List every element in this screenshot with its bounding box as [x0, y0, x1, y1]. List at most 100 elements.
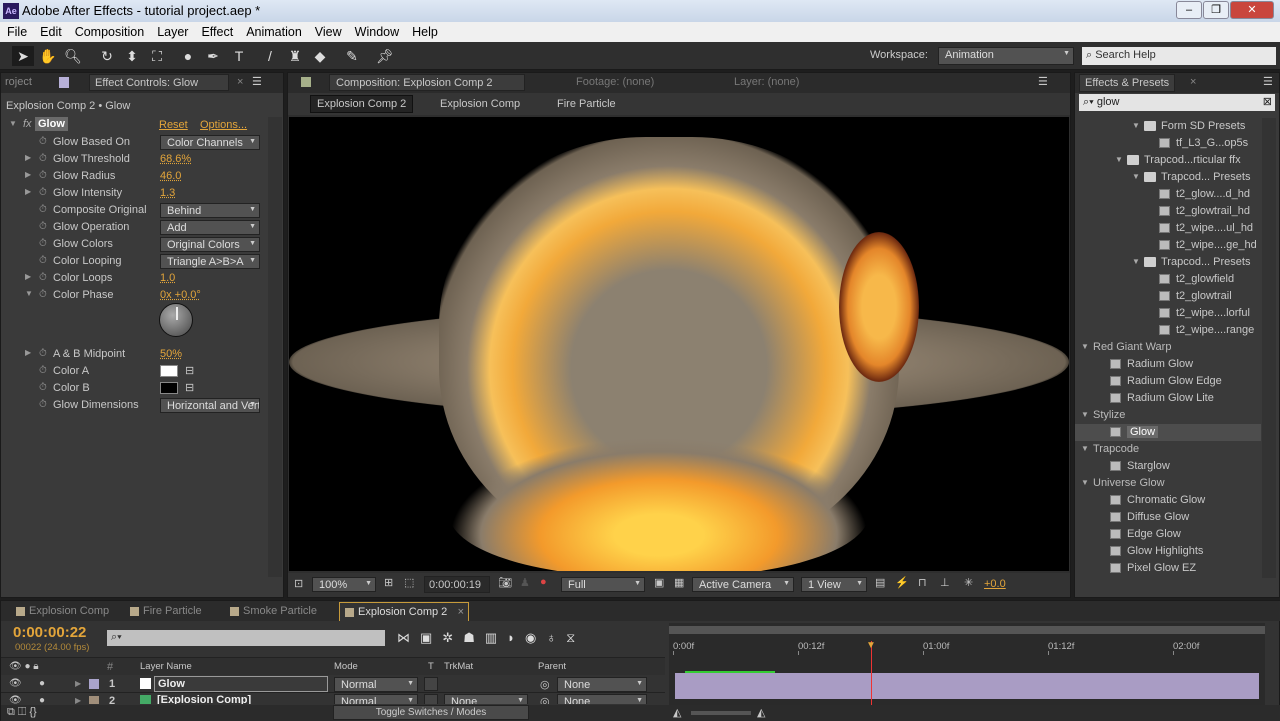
menu-help[interactable]: Help [405, 22, 444, 39]
tab-explosion-comp-2[interactable]: Explosion Comp 2 × [339, 602, 469, 621]
property-dropdown[interactable]: Original Colors [160, 237, 260, 252]
preset-item[interactable]: t2_wipe....range [1075, 322, 1261, 339]
property-value[interactable]: 1.3 [160, 187, 175, 199]
flowchart-icon[interactable]: ⊥ [940, 576, 950, 589]
panel-menu-icon[interactable]: ☰ [1038, 75, 1048, 88]
views-dropdown[interactable]: 1 View [801, 577, 867, 592]
tab-composition[interactable]: Composition: Explosion Comp 2 [329, 74, 525, 91]
expand-icon[interactable]: ▶ [25, 187, 31, 196]
roto-brush-tool-icon[interactable]: ✎ [341, 46, 363, 66]
panel-menu-icon[interactable]: ☰ [252, 75, 262, 88]
stopwatch-icon[interactable]: ⏱ [39, 255, 47, 266]
preset-item[interactable]: Radium Glow Edge [1075, 373, 1261, 390]
zoom-tool-icon[interactable]: 🔍︎ [62, 46, 84, 66]
zoom-dropdown[interactable]: 100% [312, 577, 376, 592]
expand-icon[interactable]: ▼ [9, 119, 17, 128]
preserve-transparency-toggle[interactable] [424, 694, 438, 704]
effect-property-row[interactable]: ⏱ Composite Original Behind [1, 202, 266, 219]
parent-dropdown[interactable]: None [557, 694, 647, 704]
preset-item[interactable]: Radium Glow [1075, 356, 1261, 373]
effect-property-row[interactable]: ▶ ⏱ Glow Intensity 1.3 [1, 185, 266, 202]
preset-item[interactable]: Glow Highlights [1075, 543, 1261, 560]
menu-effect[interactable]: Effect [194, 22, 239, 39]
stopwatch-icon[interactable]: ⏱ [39, 399, 47, 410]
layer-row[interactable]: 👁︎ ● ▶ 2 [Explosion Comp] Normal None ◎ None [1, 693, 665, 704]
effect-property-row[interactable]: ⏱ Glow Based On Color Channels [1, 134, 266, 151]
menu-composition[interactable]: Composition [68, 22, 150, 39]
clear-search-icon[interactable]: ⊠ [1263, 95, 1272, 108]
expand-icon[interactable]: ▼ [1132, 172, 1140, 181]
label-color[interactable] [89, 696, 99, 704]
stopwatch-icon[interactable]: ⏱ [39, 365, 47, 376]
property-dropdown[interactable]: Color Channels [160, 135, 260, 150]
camera-tool-icon[interactable]: ⬍ [121, 46, 143, 66]
crumb-fire-particle[interactable]: Fire Particle [557, 98, 616, 110]
region-of-interest-icon[interactable]: ▣ [654, 576, 664, 589]
layer-name[interactable]: [Explosion Comp] [154, 693, 328, 704]
preset-item[interactable]: ▼ Red Giant Warp [1075, 339, 1261, 356]
pan-behind-tool-icon[interactable]: ⛶ [146, 46, 168, 66]
maximize-button[interactable]: ❐ [1203, 1, 1229, 19]
mode-dropdown[interactable]: Normal [334, 694, 418, 704]
workspace-dropdown[interactable]: Animation [938, 47, 1074, 65]
clone-stamp-tool-icon[interactable]: ♜ [284, 46, 306, 66]
resolution-dropdown[interactable]: Full [561, 577, 645, 592]
preset-item[interactable]: ▼ Trapcod...rticular ffx [1075, 152, 1261, 169]
preset-item[interactable]: ▼ Stylize [1075, 407, 1261, 424]
property-value[interactable]: 46.0 [160, 170, 181, 182]
expand-icon[interactable]: ▼ [1081, 444, 1089, 453]
selection-tool-icon[interactable]: ➤ [12, 46, 34, 66]
tab-footage[interactable]: Footage: (none) [576, 76, 654, 88]
expand-icon[interactable]: ▼ [1081, 478, 1089, 487]
draft-3d-icon[interactable]: ✲ [442, 630, 463, 645]
search-help-input[interactable]: ⌕ Search Help [1082, 47, 1276, 65]
puppet-pin-tool-icon[interactable]: 📌︎ [374, 46, 396, 66]
graph-editor-icon[interactable]: ⧖ [566, 630, 585, 645]
preset-item[interactable]: ▼ Trapcod... Presets [1075, 254, 1261, 271]
effects-search-input[interactable]: ⌕▾ glow ⊠ [1079, 94, 1275, 111]
menu-view[interactable]: View [308, 22, 348, 39]
current-time[interactable]: 0:00:00:19 [424, 576, 490, 593]
pick-whip-icon[interactable]: ◎ [540, 695, 550, 704]
snapshot-icon[interactable]: 📷︎ [498, 576, 512, 589]
preset-item[interactable]: t2_wipe....ul_hd [1075, 220, 1261, 237]
tab-project[interactable]: roject [1, 76, 36, 88]
preset-item[interactable]: Chromatic Glow [1075, 492, 1261, 509]
grid-icon[interactable]: ⊞ [384, 576, 393, 589]
tab-explosion-comp[interactable]: Explosion Comp [11, 602, 121, 621]
shape-tool-icon[interactable]: ● [177, 46, 199, 66]
preset-item[interactable]: Diffuse Glow [1075, 509, 1261, 526]
expand-icon[interactable]: ▶ [25, 170, 31, 179]
effect-property-row[interactable]: ▶ ⏱ A & B Midpoint 50% [1, 346, 266, 363]
rotate-tool-icon[interactable]: ↻ [96, 46, 118, 66]
preset-item[interactable]: t2_wipe....lorful [1075, 305, 1261, 322]
property-dropdown[interactable]: Horizontal and Vertical [160, 398, 260, 413]
menu-animation[interactable]: Animation [239, 22, 308, 39]
hide-shy-icon[interactable]: ☗ [463, 630, 485, 645]
timeline-current-time[interactable]: 0:00:00:22 [13, 624, 86, 641]
preset-item[interactable]: Radium Glow Lite [1075, 390, 1261, 407]
show-snapshot-icon[interactable]: ♟ [520, 576, 530, 589]
preset-item[interactable]: t2_glow....d_hd [1075, 186, 1261, 203]
tab-smoke-particle[interactable]: Smoke Particle [225, 602, 335, 621]
effect-property-row[interactable]: ▶ ⏱ Color Loops 1.0 [1, 270, 266, 287]
stopwatch-icon[interactable]: ⏱ [39, 204, 47, 215]
magnify-icon[interactable]: ⊡ [294, 577, 303, 590]
layer-row[interactable]: 👁︎ ● ▶ 1 Glow Normal ◎ None [1, 676, 665, 693]
options-link[interactable]: Options... [200, 119, 247, 131]
crumb-explosion-comp[interactable]: Explosion Comp [440, 98, 520, 110]
preset-item[interactable]: Pixel Glow EZ [1075, 560, 1261, 577]
work-area-bar[interactable] [669, 626, 1265, 634]
eyedropper-icon[interactable]: ⊟ [185, 381, 194, 394]
solo-icon[interactable]: ● [39, 695, 45, 704]
scrollbar[interactable] [268, 117, 282, 577]
zoom-in-icon[interactable]: ◭ [757, 706, 765, 719]
effect-property-row[interactable]: ⏱ Color B ⊟ [1, 380, 266, 397]
expand-icon[interactable]: ▼ [1132, 257, 1140, 266]
stopwatch-icon[interactable]: ⏱ [39, 170, 47, 181]
preset-item[interactable]: ▼ Form SD Presets [1075, 118, 1261, 135]
panel-menu-icon[interactable]: ☰ [1263, 75, 1273, 88]
preset-item[interactable]: Edge Glow [1075, 526, 1261, 543]
solo-icon[interactable]: ● [39, 678, 45, 689]
expand-icon[interactable]: ▼ [1132, 121, 1140, 130]
